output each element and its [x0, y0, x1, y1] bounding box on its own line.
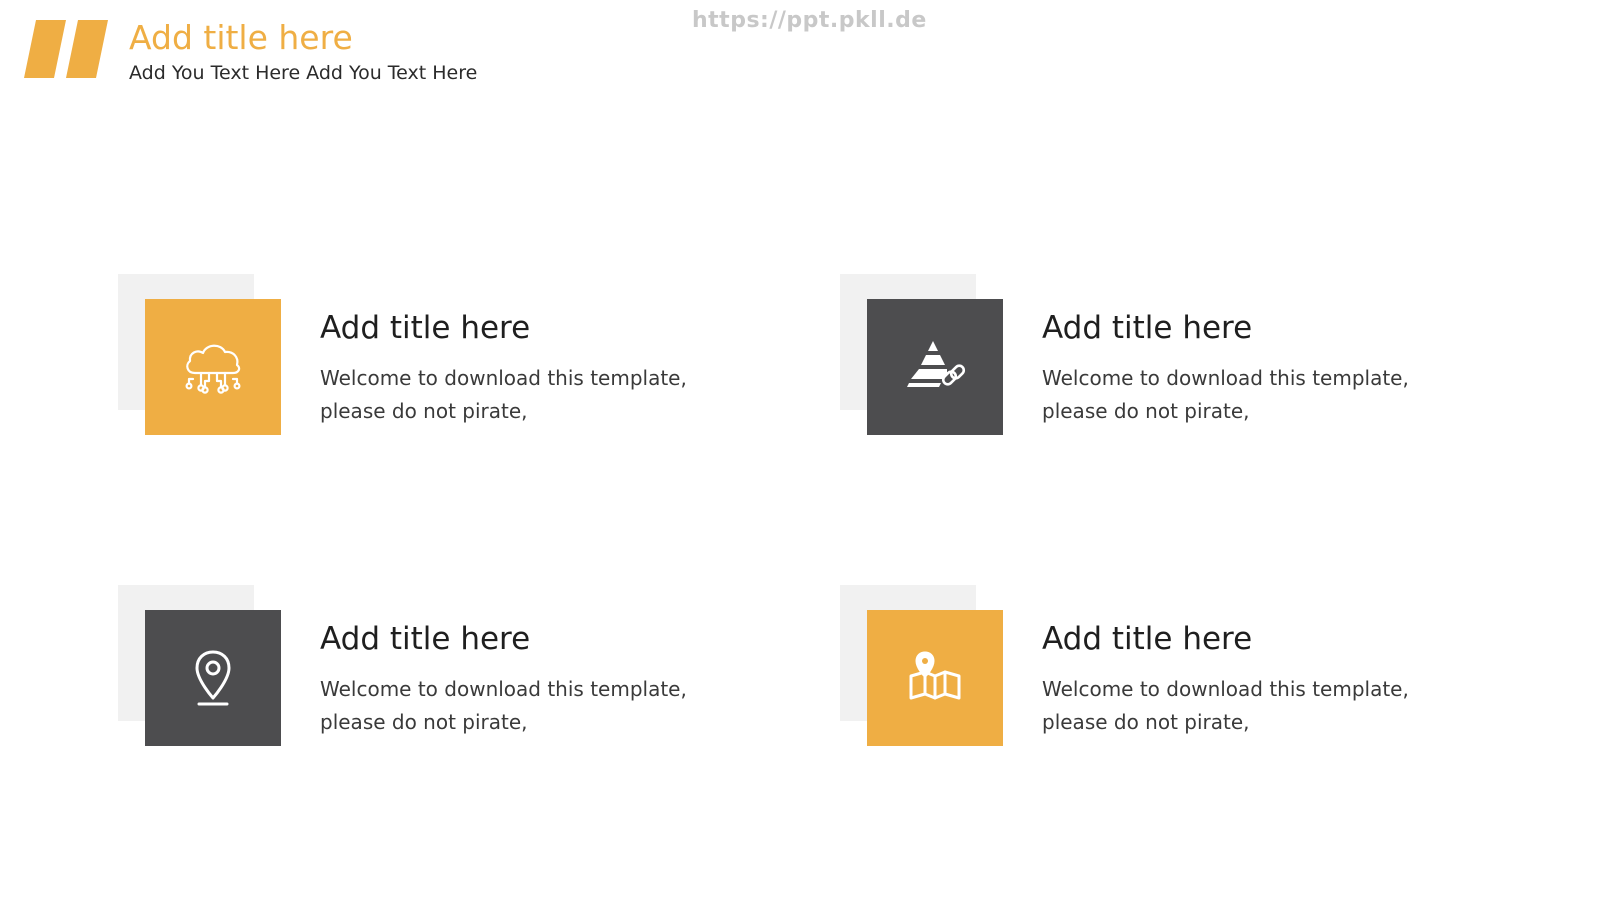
card-body-line: Welcome to download this template, — [320, 677, 687, 701]
page-subtitle: Add You Text Here Add You Text Here — [129, 62, 478, 84]
card-title: Add title here — [320, 310, 531, 346]
card-icon-box — [867, 299, 1003, 435]
quote-mark-icon — [24, 20, 108, 78]
card-icon-box — [867, 610, 1003, 746]
card-body: Welcome to download this template, pleas… — [320, 673, 740, 739]
card-body-line: Welcome to download this template, — [1042, 677, 1409, 701]
slide: Add title here Add You Text Here Add You… — [0, 0, 1600, 900]
feature-card-3: Add title here Welcome to download this … — [118, 585, 798, 755]
card-icon-box — [145, 299, 281, 435]
card-body: Welcome to download this template, pleas… — [320, 362, 740, 428]
card-title: Add title here — [1042, 621, 1253, 657]
feature-card-4: Add title here Welcome to download this … — [840, 585, 1520, 755]
card-body-line: Welcome to download this template, — [1042, 366, 1409, 390]
pyramid-link-icon — [907, 341, 966, 387]
page-title: Add title here — [129, 18, 353, 57]
card-icon-box — [145, 610, 281, 746]
card-body: Welcome to download this template, pleas… — [1042, 362, 1462, 428]
card-body-line: Welcome to download this template, — [320, 366, 687, 390]
feature-card-1: Add title here Welcome to download this … — [118, 274, 798, 444]
card-title: Add title here — [1042, 310, 1253, 346]
map-pin-icon — [909, 651, 961, 700]
feature-card-2: Add title here Welcome to download this … — [840, 274, 1520, 444]
card-body-line: please do not pirate, — [320, 399, 528, 423]
cloud-network-icon — [185, 344, 241, 394]
card-body: Welcome to download this template, pleas… — [1042, 673, 1462, 739]
card-title: Add title here — [320, 621, 531, 657]
card-body-line: please do not pirate, — [1042, 399, 1250, 423]
watermark-url: https://ppt.pkll.de — [692, 8, 927, 33]
card-body-line: please do not pirate, — [1042, 710, 1250, 734]
card-body-line: please do not pirate, — [320, 710, 528, 734]
location-pin-icon — [195, 650, 231, 706]
